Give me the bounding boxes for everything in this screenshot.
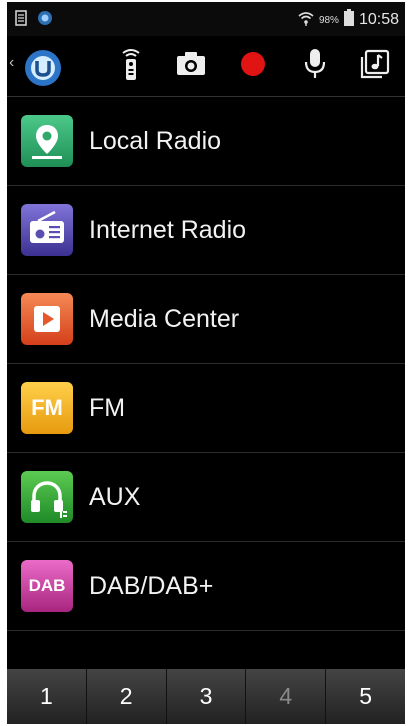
status-bar: 98% 10:58 [7,2,405,36]
status-time: 10:58 [358,11,399,28]
status-right: 98% 10:58 [298,9,399,31]
menu-item-label: AUX [89,482,141,511]
battery-icon [343,9,354,31]
dab-icon: DAB [21,560,73,612]
music-library-icon [360,49,390,84]
menu-item-media-center[interactable]: Media Center [7,275,405,364]
microphone-icon [303,47,327,86]
preset-button-3[interactable]: 3 [166,669,247,724]
menu-item-internet-radio[interactable]: Internet Radio [7,186,405,275]
menu-item-label: FM [89,393,126,422]
menu-item-label: Media Center [89,304,240,333]
preset-button-4[interactable]: 4 [246,669,327,724]
app-logo-icon[interactable] [23,48,63,88]
source-menu: Local Radio Internet Radio Media Center … [7,97,405,631]
dab-icon-text: DAB [28,576,66,595]
preset-button-5[interactable]: 5 [326,669,405,724]
notes-icon [15,10,29,31]
remote-icon [118,47,144,86]
aux-icon [21,471,73,523]
camera-button[interactable] [173,48,209,84]
preset-button-2[interactable]: 2 [86,669,167,724]
back-chevron-icon[interactable]: ‹ [9,54,14,72]
local-radio-icon [21,115,73,167]
preset-button-1[interactable]: 1 [7,669,87,724]
fm-icon: FM [21,382,73,434]
status-left [15,10,53,31]
remote-button[interactable] [113,48,149,84]
app-icon [37,10,53,31]
app-screen: 98% 10:58 ‹ Local Radio Internet Radio M… [7,2,405,724]
microphone-button[interactable] [297,48,333,84]
record-icon [240,51,266,82]
fm-icon-text: FM [31,395,63,420]
music-library-button[interactable] [357,48,393,84]
media-center-icon [21,293,73,345]
preset-bar: 1 2 3 4 5 [7,669,405,724]
menu-item-label: DAB/DAB+ [89,571,214,600]
battery-percent: 98% [318,14,339,26]
menu-item-label: Internet Radio [89,215,247,244]
menu-item-local-radio[interactable]: Local Radio [7,97,405,186]
menu-item-label: Local Radio [89,126,222,155]
menu-item-dab[interactable]: DAB DAB/DAB+ [7,542,405,631]
internet-radio-icon [21,204,73,256]
menu-item-aux[interactable]: AUX [7,453,405,542]
menu-item-fm[interactable]: FM FM [7,364,405,453]
record-button[interactable] [235,48,271,84]
toolbar: ‹ [7,36,405,97]
camera-icon [175,51,207,82]
wifi-icon [298,10,314,31]
